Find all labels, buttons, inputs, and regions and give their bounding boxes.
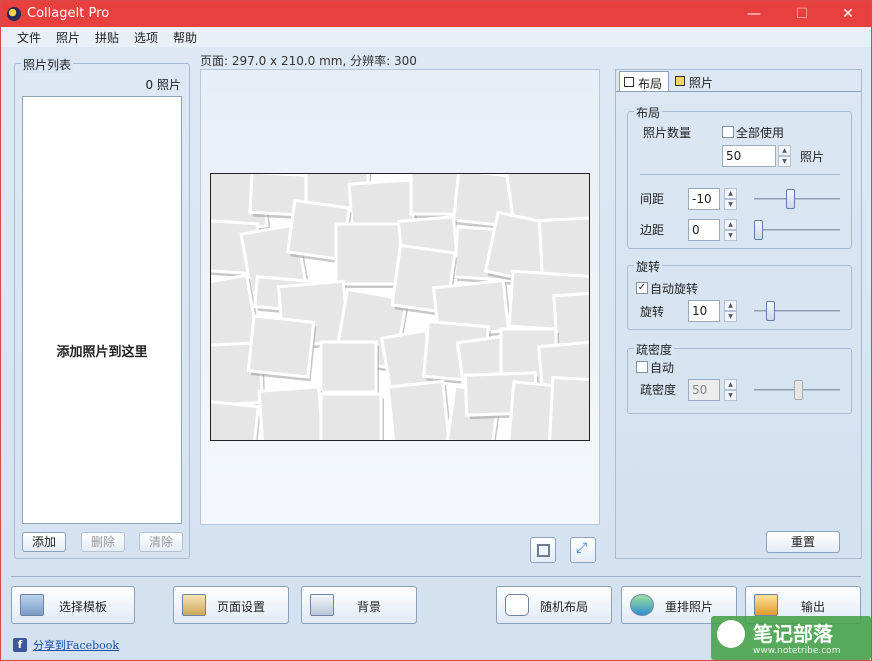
- density-label: 疏密度: [640, 383, 677, 397]
- tab-layout-label: 布局: [638, 77, 663, 91]
- select-template-label: 选择模板: [58, 600, 107, 614]
- share-facebook-link[interactable]: 分享到Facebook: [33, 637, 119, 653]
- expand-icon: ⤢: [576, 540, 588, 556]
- rotation-group-title: 旋转: [634, 258, 663, 275]
- margin-stepper[interactable]: ▲ ▼: [724, 219, 737, 241]
- watermark-text: 笔记部落: [753, 622, 833, 646]
- facebook-icon: f: [13, 638, 27, 652]
- minimize-button[interactable]: —: [731, 1, 777, 27]
- layout-group-title: 布局: [634, 104, 663, 121]
- margin-slider-track[interactable]: [754, 229, 840, 231]
- drop-hint: 添加照片到这里: [56, 345, 148, 360]
- page-setup-label: 页面设置: [216, 600, 265, 614]
- density-group: 疏密度 自动 疏密度 50 ▲ ▼: [627, 341, 852, 414]
- add-photo-button[interactable]: 添加: [22, 532, 66, 552]
- window-title: CollageIt Pro: [27, 6, 110, 21]
- auto-rotate-label: 自动旋转: [650, 282, 699, 296]
- photo-list-title: 照片列表: [21, 56, 74, 73]
- margin-input[interactable]: 0: [688, 219, 720, 241]
- tab-photos-label: 照片: [689, 76, 714, 90]
- photo-count-label: 0 照片: [145, 78, 181, 92]
- spacing-stepper[interactable]: ▲ ▼: [724, 188, 737, 210]
- spacing-label: 间距: [640, 192, 665, 206]
- crop-icon: [537, 544, 550, 557]
- photos-tab-icon: [675, 76, 685, 86]
- photo-count-stepper[interactable]: ▲ ▼: [778, 145, 791, 167]
- menu-help[interactable]: 帮助: [173, 29, 197, 46]
- rotation-group: 旋转 ✓ 自动旋转 旋转 10 ▲ ▼: [627, 258, 852, 330]
- photo-count-label: 照片数量: [643, 126, 692, 140]
- page-setup-button[interactable]: 页面设置: [173, 586, 289, 624]
- use-all-label: 全部使用: [736, 126, 785, 140]
- margin-label: 边距: [640, 223, 665, 237]
- margin-slider-thumb[interactable]: [754, 220, 763, 240]
- layout-group: 布局 照片数量 全部使用 50 ▲ ▼ 照片 间距 -10 ▲ ▼ 边距 0 ▲ ▼: [627, 104, 852, 249]
- auto-rotate-checkbox[interactable]: ✓: [636, 282, 648, 294]
- app-logo-icon: [7, 7, 21, 21]
- auto-density-checkbox[interactable]: [636, 361, 648, 373]
- layout-tab-icon: [624, 77, 634, 87]
- photo-drop-area[interactable]: 添加照片到这里: [22, 96, 182, 524]
- menu-collage[interactable]: 拼贴: [95, 29, 119, 46]
- menu-options[interactable]: 选项: [134, 29, 158, 46]
- menu-bar: 文件 照片 拼贴 选项 帮助: [1, 27, 871, 47]
- background-label: 背景: [356, 600, 381, 614]
- spacing-input[interactable]: -10: [688, 188, 720, 210]
- reorder-photos-label: 重排照片: [664, 600, 713, 614]
- density-input[interactable]: 50: [688, 379, 720, 401]
- spacing-slider-thumb[interactable]: [786, 189, 795, 209]
- canvas-area: [200, 69, 600, 525]
- menu-file[interactable]: 文件: [17, 29, 41, 46]
- density-slider-thumb[interactable]: [794, 380, 803, 400]
- watermark-logo: 笔记部落 www.notetribe.com: [711, 616, 871, 660]
- close-button[interactable]: ✕: [825, 1, 871, 27]
- photo-count-input[interactable]: 50: [722, 145, 776, 167]
- maximize-button[interactable]: ☐: [779, 1, 825, 27]
- density-group-title: 疏密度: [634, 341, 675, 358]
- reset-button[interactable]: 重置: [766, 531, 840, 553]
- clear-photos-button[interactable]: 清除: [139, 532, 183, 552]
- collage-preview[interactable]: [210, 173, 590, 441]
- tab-photos[interactable]: 照片: [671, 71, 721, 91]
- fit-button[interactable]: ⤢: [570, 537, 596, 563]
- app-window: CollageIt Pro — ☐ ✕ 文件 照片 拼贴 选项 帮助 照片列表 …: [0, 0, 872, 661]
- page-info: 页面: 297.0 x 210.0 mm, 分辨率: 300: [200, 54, 417, 68]
- collage-preview-image: [211, 174, 589, 440]
- remove-photo-button[interactable]: 删除: [81, 532, 125, 552]
- rotate-stepper[interactable]: ▲ ▼: [724, 300, 737, 322]
- settings-panel: 布局 照片 布局 照片数量 全部使用 50 ▲ ▼ 照片 间距 -10 ▲ ▼ 边距…: [615, 69, 862, 559]
- title-bar: CollageIt Pro — ☐ ✕: [1, 1, 871, 27]
- watermark-subtext: www.notetribe.com: [753, 646, 841, 656]
- export-label: 输出: [800, 600, 825, 614]
- random-layout-label: 随机布局: [539, 600, 588, 614]
- auto-density-label: 自动: [650, 361, 675, 375]
- rotate-input[interactable]: 10: [688, 300, 720, 322]
- use-all-checkbox[interactable]: [722, 126, 734, 138]
- density-stepper[interactable]: ▲ ▼: [724, 379, 737, 401]
- random-layout-button[interactable]: 随机布局: [496, 586, 612, 624]
- select-template-button[interactable]: 选择模板: [11, 586, 135, 624]
- rotate-slider-thumb[interactable]: [766, 301, 775, 321]
- rotate-label: 旋转: [640, 305, 665, 319]
- tab-layout[interactable]: 布局: [619, 71, 669, 91]
- menu-photo[interactable]: 照片: [56, 29, 80, 46]
- spacing-slider-track[interactable]: [754, 198, 840, 200]
- watermark-leaf-icon: [717, 620, 745, 648]
- photo-list-panel: 照片列表 0 照片 添加照片到这里 添加 删除 清除: [14, 56, 190, 559]
- background-button[interactable]: 背景: [301, 586, 417, 624]
- crop-button[interactable]: [530, 537, 556, 563]
- photo-unit-label: 照片: [800, 150, 825, 164]
